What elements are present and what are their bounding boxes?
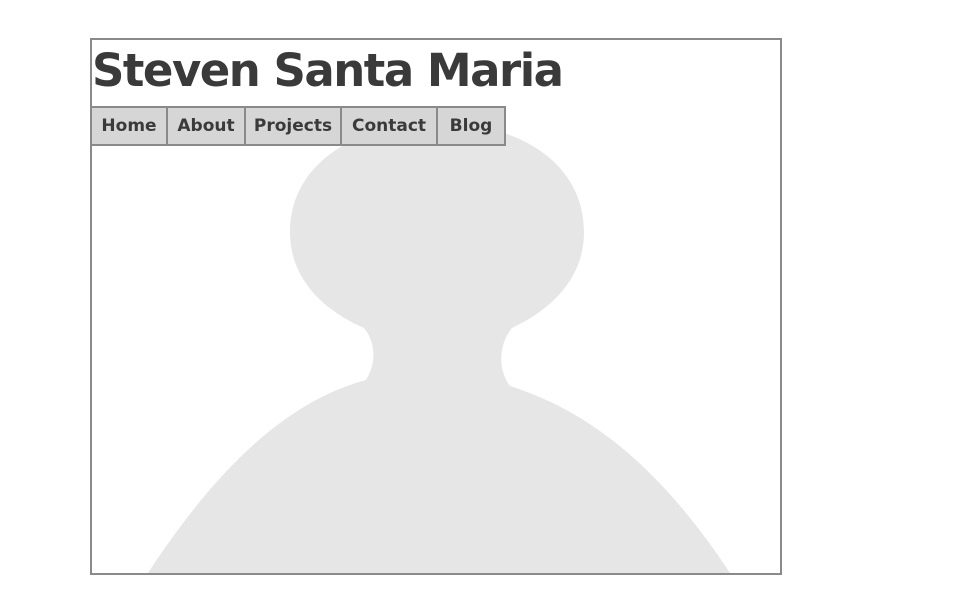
nav-item-about[interactable]: About bbox=[168, 108, 246, 144]
nav-item-contact[interactable]: Contact bbox=[342, 108, 438, 144]
main-nav: Home About Projects Contact Blog bbox=[92, 106, 506, 146]
hero-frame: Steven Santa Maria Home About Projects C… bbox=[90, 38, 782, 575]
nav-item-projects[interactable]: Projects bbox=[246, 108, 342, 144]
nav-item-blog[interactable]: Blog bbox=[438, 108, 504, 144]
nav-item-home[interactable]: Home bbox=[92, 108, 168, 144]
site-title: Steven Santa Maria bbox=[92, 44, 564, 97]
